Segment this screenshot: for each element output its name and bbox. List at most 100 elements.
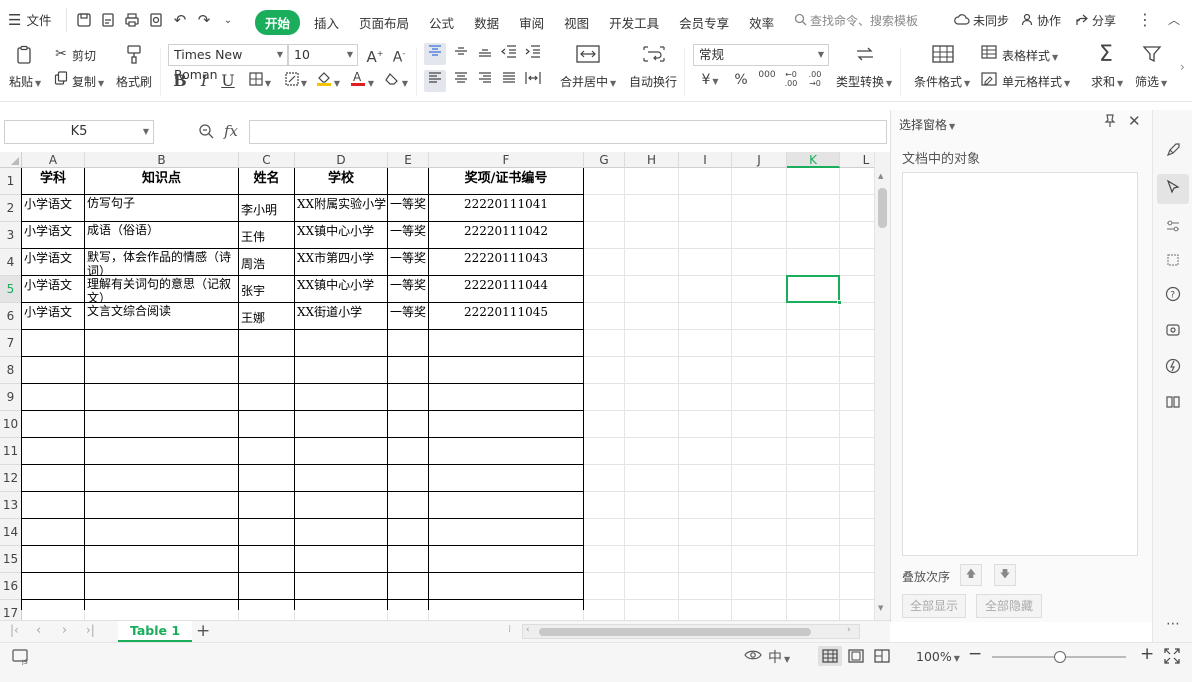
table-cell-name[interactable]: 王娜: [239, 307, 294, 330]
spreadsheet-grid[interactable]: ABCDEFGHIJKLM 1234567891011121314151617 …: [0, 152, 874, 620]
export-pdf-icon[interactable]: [96, 8, 120, 32]
add-sheet-icon[interactable]: +: [196, 621, 210, 641]
zoom-in-icon[interactable]: +: [1140, 644, 1154, 664]
command-search[interactable]: 查找命令、搜索模板: [794, 12, 918, 29]
copy-button[interactable]: 复制 ▼: [72, 73, 104, 90]
cell-style-button[interactable]: 单元格样式 ▼: [1002, 73, 1070, 90]
name-box[interactable]: K5 ▼: [4, 120, 154, 144]
table-cell-subject[interactable]: 小学语文: [22, 218, 84, 244]
file-menu[interactable]: ☰ 文件: [8, 10, 51, 29]
tab-insert[interactable]: 插入: [304, 13, 349, 32]
conditional-format-button[interactable]: 条件格式 ▼: [914, 73, 970, 90]
print-preview-icon[interactable]: [144, 8, 168, 32]
font-name-select[interactable]: Times New Roman ▼: [168, 44, 288, 82]
tab-data[interactable]: 数据: [464, 13, 509, 32]
share-button[interactable]: 分享: [1075, 12, 1116, 29]
row-header-6[interactable]: 6: [0, 303, 22, 330]
currency-icon[interactable]: ¥ ▼: [698, 70, 722, 92]
row-header-4[interactable]: 4: [0, 249, 22, 276]
collapse-ribbon-icon[interactable]: ︿: [1168, 11, 1180, 28]
table-cell-school[interactable]: XX市第四小学: [295, 245, 387, 271]
row-header-11[interactable]: 11: [0, 438, 22, 465]
increase-decimal-icon[interactable]: ←0.00: [780, 70, 802, 88]
pane-title[interactable]: 选择窗格 ▼: [899, 116, 955, 133]
row-header-15[interactable]: 15: [0, 546, 22, 573]
column-header-j[interactable]: J: [732, 152, 787, 168]
borders-icon[interactable]: ▼: [246, 71, 274, 94]
distributed-align-icon[interactable]: [522, 70, 544, 90]
selected-cell-k5[interactable]: [786, 275, 842, 305]
header-cell[interactable]: 奖项/证书编号: [429, 168, 583, 190]
table-cell-cert[interactable]: 22220111043: [429, 245, 583, 271]
table-cell-subject[interactable]: 小学语文: [22, 191, 84, 217]
row-header-5[interactable]: 5: [0, 276, 22, 303]
more-options-icon[interactable]: ⋮: [1137, 10, 1153, 29]
chinese-input-icon[interactable]: 中 ▼: [768, 647, 790, 667]
table-cell-award[interactable]: 一等奖: [388, 191, 428, 217]
more-icon[interactable]: ⋯: [1163, 614, 1183, 634]
align-middle-icon[interactable]: [450, 43, 472, 63]
redo-icon[interactable]: ↷: [192, 8, 216, 32]
collaborate-button[interactable]: 协作: [1021, 12, 1061, 29]
scroll-right-icon[interactable]: ›: [847, 625, 851, 635]
rocket-icon[interactable]: [1163, 142, 1183, 162]
table-cell-school[interactable]: XX街道小学: [295, 299, 387, 325]
column-header-i[interactable]: I: [679, 152, 732, 168]
row-header-10[interactable]: 10: [0, 411, 22, 438]
row-header-7[interactable]: 7: [0, 330, 22, 357]
sum-button[interactable]: 求和 ▼: [1091, 73, 1123, 90]
table-cell-cert[interactable]: 22220111042: [429, 218, 583, 244]
table-cell-cert[interactable]: 22220111041: [429, 191, 583, 217]
zoom-function-icon[interactable]: [198, 123, 214, 142]
scroll-left-icon[interactable]: ‹: [526, 625, 530, 635]
column-header-h[interactable]: H: [625, 152, 679, 168]
help-icon[interactable]: ?: [1163, 286, 1183, 306]
align-bottom-icon[interactable]: [474, 43, 496, 63]
header-cell[interactable]: 学科: [22, 168, 84, 190]
fill-handle[interactable]: [837, 300, 842, 305]
row-header-16[interactable]: 16: [0, 573, 22, 600]
first-sheet-icon[interactable]: |‹: [10, 623, 19, 637]
eye-protection-icon[interactable]: [744, 648, 762, 665]
page-layout-view-icon[interactable]: [848, 649, 864, 666]
table-cell-award[interactable]: 一等奖: [388, 245, 428, 271]
row-header-3[interactable]: 3: [0, 222, 22, 249]
font-size-select[interactable]: 10 ▼: [288, 44, 358, 66]
table-cell-subject[interactable]: 小学语文: [22, 272, 84, 298]
table-cell-school[interactable]: XX附属实验小学: [295, 191, 387, 217]
paste-icon[interactable]: [12, 45, 36, 70]
table-cell-name[interactable]: 李小明: [239, 199, 294, 222]
zoom-slider[interactable]: [992, 651, 1126, 663]
fullscreen-icon[interactable]: [1164, 648, 1180, 667]
table-cell-topic[interactable]: 文言文综合阅读: [85, 303, 238, 329]
column-header-k[interactable]: K: [787, 152, 840, 168]
column-header-l[interactable]: L: [840, 152, 874, 168]
row-header-1[interactable]: 1: [0, 168, 22, 195]
tab-member[interactable]: 会员专享: [669, 13, 739, 32]
tab-developer[interactable]: 开发工具: [599, 13, 669, 32]
save-icon[interactable]: [72, 8, 96, 32]
underline-icon[interactable]: U: [220, 71, 236, 91]
bring-forward-button[interactable]: 🡅: [960, 564, 982, 586]
table-cell-topic[interactable]: 默写，体会作品的情感（诗词）: [85, 249, 238, 275]
header-cell[interactable]: 姓名: [239, 168, 294, 190]
table-cell-cert[interactable]: 22220111045: [429, 299, 583, 325]
align-center-icon[interactable]: [450, 70, 472, 90]
table-cell-award[interactable]: 一等奖: [388, 272, 428, 298]
column-header-e[interactable]: E: [388, 152, 429, 168]
align-top-icon[interactable]: [424, 43, 446, 65]
table-cell-topic[interactable]: 理解有关词句的意思（记叙文）: [85, 276, 238, 302]
fx-icon[interactable]: fx: [224, 122, 238, 140]
format-painter-button[interactable]: 格式刷: [116, 73, 152, 90]
send-backward-button[interactable]: 🡇: [994, 564, 1016, 586]
zoom-slider-handle[interactable]: [1054, 651, 1066, 663]
table-style-button[interactable]: 表格样式 ▼: [1002, 47, 1058, 64]
smart-tool-icon[interactable]: [1163, 358, 1183, 378]
table-cell-topic[interactable]: 成语（俗语）: [85, 222, 238, 248]
decrease-font-icon[interactable]: A-: [390, 44, 408, 68]
horizontal-scroll-thumb[interactable]: [539, 628, 811, 636]
increase-font-icon[interactable]: A+: [366, 44, 384, 67]
objects-list[interactable]: [902, 172, 1138, 556]
table-cell-cert[interactable]: 22220111044: [429, 272, 583, 298]
row-header-8[interactable]: 8: [0, 357, 22, 384]
